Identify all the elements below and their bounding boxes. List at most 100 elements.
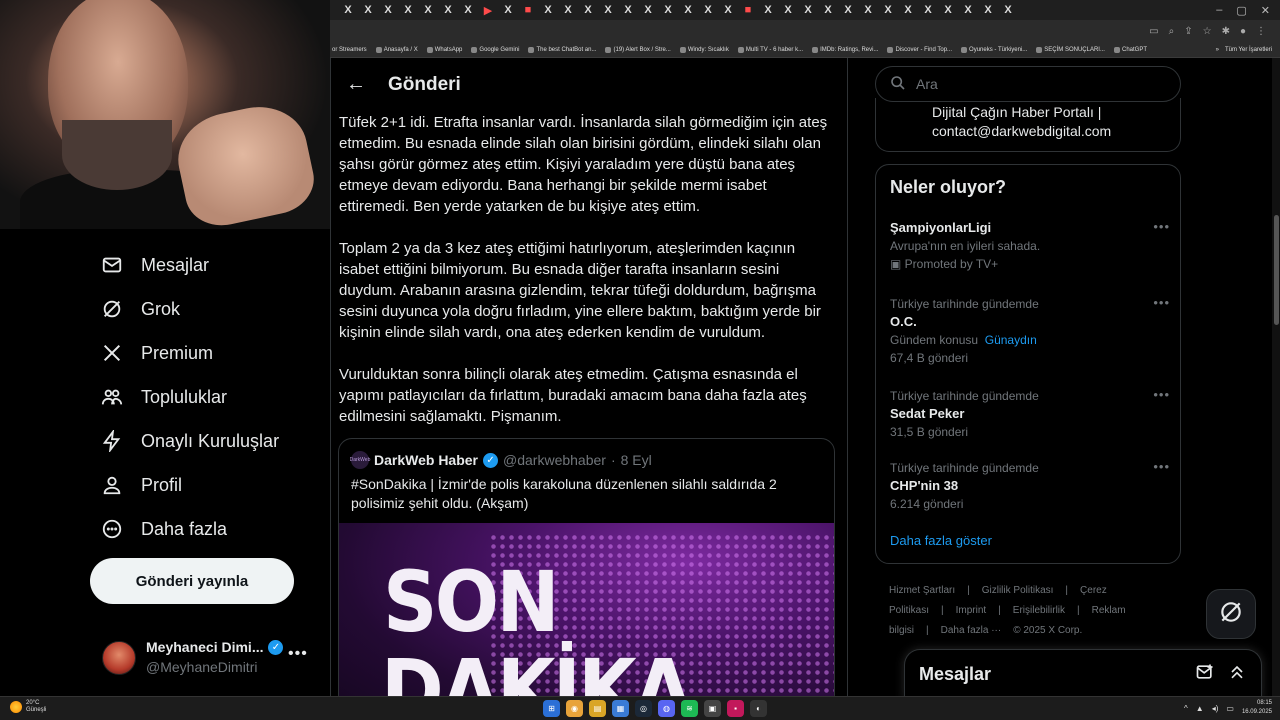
browser-tab[interactable]: X — [358, 0, 378, 20]
trend-item[interactable]: Türkiye tarihinde gündemde O.C. Gündem k… — [890, 295, 1170, 367]
trend-item[interactable]: Türkiye tarihinde gündemde Sedat Peker 3… — [890, 387, 1170, 441]
browser-tab[interactable]: X — [878, 0, 898, 20]
browser-tab[interactable]: X — [558, 0, 578, 20]
bookmark-item[interactable]: Oyuneks - Türkiyeni... — [961, 46, 1027, 53]
messages-drawer[interactable]: Mesajlar — [904, 649, 1262, 699]
maximize-icon[interactable]: ▢ — [1236, 4, 1246, 17]
browser-tab[interactable]: X — [598, 0, 618, 20]
nav-item-grok[interactable]: Grok — [100, 297, 180, 321]
zoom-icon[interactable]: ⌕ — [1169, 26, 1175, 37]
browser-tab[interactable]: X — [638, 0, 658, 20]
quoted-image[interactable]: SON DAKİKA — [339, 523, 834, 696]
steam-icon[interactable]: ◎ — [635, 700, 652, 717]
browser-tab[interactable]: X — [778, 0, 798, 20]
trend-item[interactable]: ŞampiyonlarLigi Avrupa'nın en iyileri sa… — [890, 219, 1170, 273]
bookmarks-overflow-button[interactable]: » — [1216, 47, 1219, 53]
account-more-button[interactable]: ••• — [288, 645, 308, 663]
bookmark-item[interactable]: (19) Alert Box / Stre... — [605, 46, 671, 53]
trend-more-button[interactable]: ••• — [1153, 459, 1170, 474]
app-icon[interactable]: ▪ — [727, 700, 744, 717]
browser-tab[interactable]: X — [898, 0, 918, 20]
browser-tab[interactable]: X — [538, 0, 558, 20]
quoted-post[interactable]: DarkWeb DarkWeb Haber ✓ @darkwebhaber · … — [338, 438, 835, 696]
browser-tab[interactable]: X — [698, 0, 718, 20]
trend-topic-link[interactable]: Günaydın — [985, 333, 1037, 347]
bookmark-item[interactable]: WhatsApp — [426, 46, 462, 53]
extensions-icon[interactable]: ✱ — [1222, 26, 1230, 37]
trend-item[interactable]: Türkiye tarihinde gündemde CHP'nin 38 6.… — [890, 459, 1170, 513]
browser-tab[interactable]: X — [578, 0, 598, 20]
browser-tab[interactable]: X — [998, 0, 1018, 20]
bookmark-item[interactable]: Google Gemini — [471, 46, 519, 53]
browser-tab[interactable]: X — [458, 0, 478, 20]
store-icon[interactable]: ▦ — [612, 700, 629, 717]
page-scrollbar[interactable] — [1272, 58, 1280, 696]
bookmark-item[interactable]: Anasayfa / X — [375, 46, 418, 53]
browser-tab[interactable]: X — [438, 0, 458, 20]
nav-item-verified-orgs[interactable]: Onaylı Kuruluşlar — [100, 429, 279, 453]
account-switcher[interactable]: Meyhaneci Dimi... ✓ @MeyhaneDimitri ••• — [102, 637, 312, 681]
browser-tab[interactable]: X — [498, 0, 518, 20]
trend-more-button[interactable]: ••• — [1153, 219, 1170, 234]
bookmark-item[interactable]: Windy: Sıcaklık — [679, 46, 729, 53]
browser-tab[interactable]: X — [398, 0, 418, 20]
chrome-icon[interactable]: ◉ — [566, 700, 583, 717]
nav-item-communities[interactable]: Topluluklar — [100, 385, 227, 409]
browser-tab[interactable]: ■ — [518, 0, 538, 20]
profile-icon[interactable]: ● — [1240, 26, 1246, 37]
search-input[interactable] — [916, 76, 1156, 92]
bookmark-item[interactable]: Discover - Find Top... — [887, 46, 952, 53]
footer-link[interactable]: Gizlilik Politikası — [982, 585, 1054, 596]
browser-tab[interactable]: X — [418, 0, 438, 20]
all-bookmarks-folder[interactable]: Tüm Yer İşaretleri — [1225, 47, 1272, 53]
menu-icon[interactable]: ⋮ — [1256, 26, 1266, 37]
quoted-author-name[interactable]: DarkWeb Haber — [374, 452, 478, 468]
browser-tab[interactable]: X — [958, 0, 978, 20]
screen-cast-icon[interactable]: ▭ — [1149, 26, 1158, 37]
trend-more-button[interactable]: ••• — [1153, 295, 1170, 310]
back-arrow-icon[interactable]: ← — [339, 73, 373, 96]
bookmark-star-icon[interactable]: ☆ — [1203, 26, 1212, 37]
footer-link[interactable]: Erişilebilirlik — [1013, 605, 1065, 616]
page-scroll-thumb[interactable] — [1274, 215, 1279, 325]
weather-widget[interactable]: 20°C Güneşli — [10, 700, 46, 714]
tray-chevron-icon[interactable]: ^ — [1184, 704, 1188, 713]
footer-link[interactable]: Hizmet Şartları — [889, 585, 955, 596]
browser-tab[interactable]: X — [818, 0, 838, 20]
expand-up-icon[interactable] — [1227, 662, 1247, 687]
footer-link[interactable]: Daha fazla ··· — [941, 625, 1002, 636]
bookmark-item[interactable]: IMDb: Ratings, Revi... — [812, 46, 878, 53]
share-icon[interactable]: ⇪ — [1184, 26, 1192, 37]
bookmark-item[interactable]: The best ChatBot an... — [528, 46, 596, 53]
battery-icon[interactable]: ▭ — [1226, 704, 1234, 713]
close-icon[interactable]: ✕ — [1261, 4, 1270, 17]
show-more-link[interactable]: Daha fazla göster — [890, 533, 992, 548]
trend-more-button[interactable]: ••• — [1153, 387, 1170, 402]
browser-tab[interactable]: X — [338, 0, 358, 20]
nav-item-messages[interactable]: Mesajlar — [100, 253, 209, 277]
browser-tab[interactable]: X — [978, 0, 998, 20]
nav-item-profile[interactable]: Profil — [100, 473, 182, 497]
volume-icon[interactable]: ◂) — [1212, 704, 1219, 713]
search-box[interactable] — [875, 66, 1181, 102]
browser-tab[interactable]: X — [798, 0, 818, 20]
browser-tab[interactable]: X — [758, 0, 778, 20]
browser-tab[interactable]: X — [938, 0, 958, 20]
network-icon[interactable]: ▲ — [1196, 704, 1204, 713]
browser-tab[interactable]: X — [618, 0, 638, 20]
footer-link[interactable]: Imprint — [956, 605, 987, 616]
bookmark-item[interactable]: ChatGPT — [1113, 46, 1147, 53]
new-message-icon[interactable] — [1195, 662, 1215, 687]
browser-tab[interactable]: X — [658, 0, 678, 20]
grok-floating-button[interactable] — [1206, 589, 1256, 639]
minimize-icon[interactable]: – — [1216, 4, 1222, 17]
clock[interactable]: 08:15 16.09.2025 — [1242, 699, 1272, 717]
browser-tab[interactable]: X — [858, 0, 878, 20]
browser-tab[interactable]: X — [678, 0, 698, 20]
browser-tab[interactable]: X — [378, 0, 398, 20]
browser-tab[interactable]: X — [718, 0, 738, 20]
discord-icon[interactable]: ◍ — [658, 700, 675, 717]
bookmark-item[interactable]: or Streamers — [332, 47, 367, 53]
nav-item-more[interactable]: Daha fazla — [100, 517, 227, 541]
nav-item-premium[interactable]: Premium — [100, 341, 213, 365]
